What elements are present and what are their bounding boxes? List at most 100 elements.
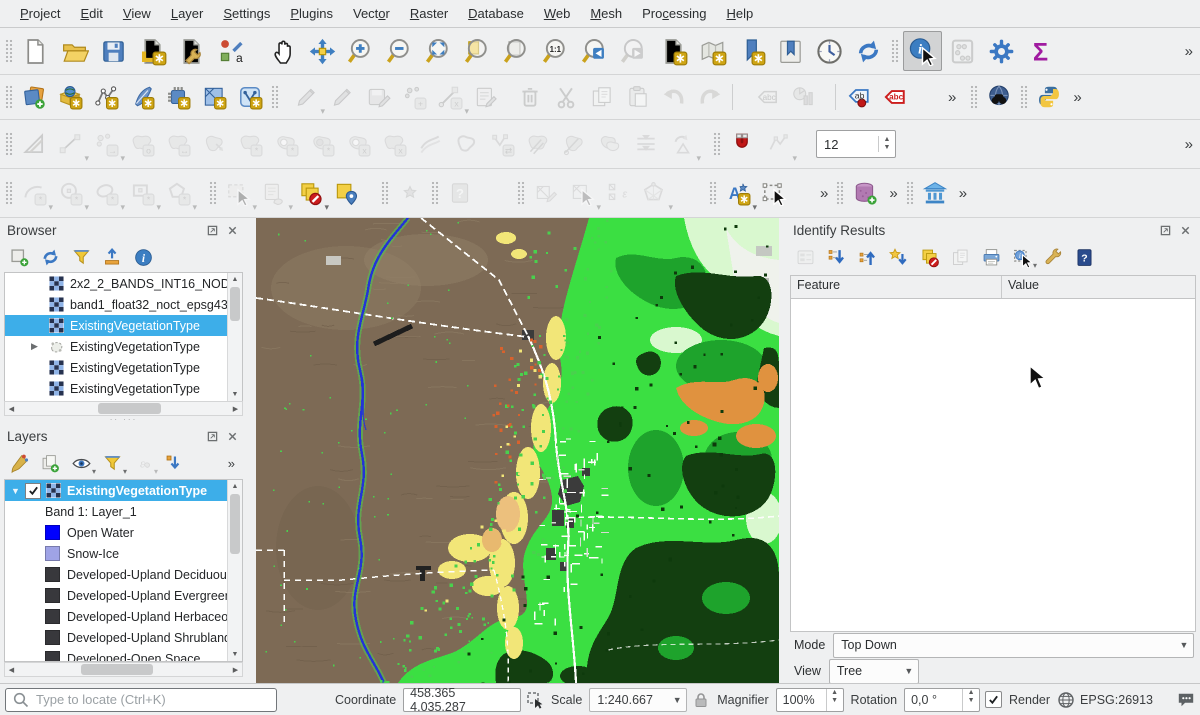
toggle-editing-button[interactable] <box>325 80 359 114</box>
browser-vscroll[interactable]: ▲▼ <box>227 273 242 401</box>
refresh-browser-button[interactable] <box>38 246 62 270</box>
labeling-options-button[interactable]: abc <box>750 80 784 114</box>
layout-manager-button[interactable] <box>173 32 210 70</box>
select-features-button[interactable]: ▾ <box>221 176 255 210</box>
toggle-unplaced-labels-button[interactable]: abc <box>877 80 911 114</box>
processing-toolbox-button[interactable] <box>983 32 1020 70</box>
highlight-pinned-labels-button[interactable]: ab <box>841 80 875 114</box>
menu-help[interactable]: Help <box>716 2 763 25</box>
menu-vector[interactable]: Vector <box>343 2 400 25</box>
new-print-layout-button[interactable] <box>134 32 171 70</box>
simplify-feature-button[interactable]: * <box>233 127 267 161</box>
cad-tools-button[interactable] <box>17 127 51 161</box>
map-canvas[interactable] <box>256 218 779 683</box>
toolbar-drag-handle[interactable] <box>709 181 717 205</box>
toolbar-drag-handle[interactable] <box>209 181 217 205</box>
menu-layer[interactable]: Layer <box>161 2 214 25</box>
coordinate-input[interactable]: 458.365 4.035.287 <box>403 688 521 712</box>
mesh-transform-button[interactable]: ε <box>601 176 635 210</box>
zoom-next-button[interactable] <box>616 32 653 70</box>
swap-vertices-button[interactable]: ⇄ <box>485 127 519 161</box>
layers-toolbar-overflow[interactable]: » <box>222 456 240 471</box>
menu-view[interactable]: View <box>113 2 161 25</box>
zoom-out-button[interactable] <box>382 32 419 70</box>
data-source-manager-button[interactable] <box>17 80 51 114</box>
add-ellipse-button[interactable]: *▾ <box>89 176 123 210</box>
print-selected-html-button[interactable] <box>979 246 1003 270</box>
open-layer-styling-button[interactable] <box>7 452 31 476</box>
metasearch-button[interactable] <box>982 80 1016 114</box>
select-by-pin-button[interactable] <box>329 176 363 210</box>
toolbar-drag-handle[interactable] <box>5 85 13 109</box>
identify-feature-mode-button[interactable]: i▾ <box>1010 246 1034 270</box>
delete-part-button[interactable]: x <box>377 127 411 161</box>
add-group-button[interactable] <box>38 452 62 476</box>
menu-settings[interactable]: Settings <box>213 2 280 25</box>
browser-float-button[interactable] <box>204 224 220 238</box>
layer-item-existing-vegetation[interactable]: ▼ExistingVegetationType <box>5 480 242 501</box>
toolbar-overflow-button[interactable]: » <box>942 89 961 106</box>
filter-legend-button[interactable]: ▾ <box>100 452 124 476</box>
toolbar-drag-handle[interactable] <box>1020 85 1028 109</box>
menu-database[interactable]: Database <box>458 2 534 25</box>
browser-hscroll[interactable]: ◀▶ <box>4 401 243 416</box>
render-checkbox[interactable] <box>985 691 1002 708</box>
identify-settings-button[interactable] <box>1041 246 1065 270</box>
expander-icon[interactable]: ▼ <box>11 486 23 496</box>
value-column-header[interactable]: Value <box>1002 276 1195 298</box>
identify-features-button[interactable]: i <box>903 31 942 71</box>
legend-item[interactable]: Developed-Upland Evergreen Forest <box>5 585 242 606</box>
mesh-select-button[interactable]: ▾ <box>565 176 599 210</box>
browser-close-button[interactable] <box>224 224 240 238</box>
filter-browser-button[interactable] <box>69 246 93 270</box>
bank-plugin-button[interactable] <box>918 176 952 210</box>
browser-item[interactable]: ExistingVegetationType <box>5 315 242 336</box>
toolbar-drag-handle[interactable] <box>5 132 13 156</box>
align-features-button[interactable] <box>629 127 663 161</box>
add-selected-layers-button[interactable] <box>7 246 31 270</box>
new-spatialite-layer-button[interactable] <box>125 80 159 114</box>
fill-ring-button[interactable]: * <box>305 127 339 161</box>
toolbar-drag-handle[interactable] <box>381 181 389 205</box>
show-statistics-button[interactable]: Σ <box>1022 32 1059 70</box>
toolbar-drag-handle[interactable] <box>5 39 13 63</box>
delete-selected-button[interactable] <box>513 80 547 114</box>
pan-to-selection-button[interactable] <box>304 32 341 70</box>
python-console-button[interactable] <box>1032 80 1066 114</box>
toolbar-overflow-button[interactable]: » <box>1179 136 1198 153</box>
temporal-controller-button[interactable] <box>811 32 848 70</box>
crs-globe-icon[interactable] <box>1057 691 1075 709</box>
legend-item[interactable]: Snow-Ice <box>5 543 242 564</box>
new-map-view-button[interactable] <box>655 32 692 70</box>
legend-item[interactable]: Developed-Open Space <box>5 648 242 662</box>
copy-move-feature-button[interactable]: ↔ <box>161 127 195 161</box>
menu-mesh[interactable]: Mesh <box>580 2 632 25</box>
toolbar-drag-handle[interactable] <box>836 181 844 205</box>
spin-arrows[interactable]: ▲▼ <box>962 689 979 711</box>
current-edits-button[interactable]: ▾ <box>289 80 323 114</box>
browser-item[interactable]: ExistingVegetationType <box>5 378 242 399</box>
menu-project[interactable]: Project <box>10 2 70 25</box>
merge-features-button[interactable] <box>593 127 627 161</box>
expand-collapse-tree-button[interactable] <box>162 452 186 476</box>
toolbar-drag-handle[interactable] <box>970 85 978 109</box>
toolbar-drag-handle[interactable] <box>5 181 13 205</box>
identify-close-button[interactable] <box>1177 224 1193 238</box>
view-combo[interactable]: Tree ▼ <box>829 659 919 684</box>
browser-item[interactable]: ▶ExistingVegetationType <box>5 336 242 357</box>
expand-tree-button[interactable] <box>824 246 848 270</box>
identify-float-button[interactable] <box>1157 224 1173 238</box>
messages-bubble-icon[interactable] <box>1177 691 1195 709</box>
collapse-tree-button[interactable] <box>855 246 879 270</box>
toolbar-drag-handle[interactable] <box>891 39 899 63</box>
delete-ring-button[interactable]: x <box>341 127 375 161</box>
split-parts-button[interactable] <box>521 127 555 161</box>
feature-column-header[interactable]: Feature <box>791 276 1002 298</box>
cut-features-button[interactable] <box>549 80 583 114</box>
paste-features-button[interactable] <box>621 80 655 114</box>
menu-raster[interactable]: Raster <box>400 2 458 25</box>
deselect-all-button[interactable]: ▾ <box>293 176 327 210</box>
save-layer-edits-button[interactable] <box>361 80 395 114</box>
legend-item[interactable]: Open Water <box>5 522 242 543</box>
copy-feature-button[interactable] <box>948 246 972 270</box>
